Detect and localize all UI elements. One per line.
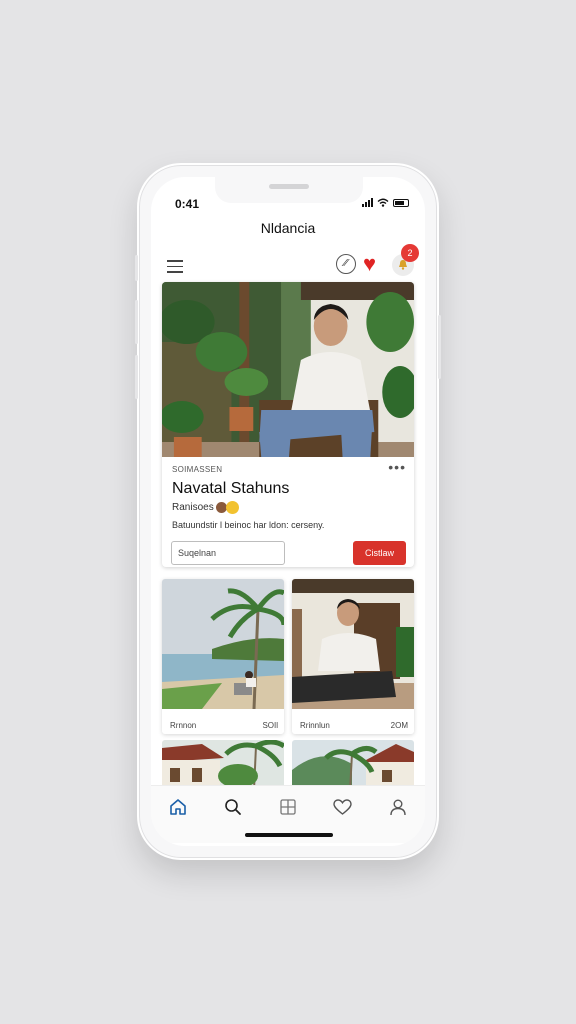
grid-tile-portrait[interactable]: Rrinnlun 2OM [292,579,414,734]
tile-caption-right: SOIl [262,721,278,730]
profile-icon[interactable] [386,795,410,819]
card-title: Navatal Stahuns [172,480,290,497]
grid-tile-hills[interactable] [292,740,414,790]
beach-photo [162,579,284,709]
feature-card[interactable]: SOIMASSEN ••• Navatal Stahuns Ranisoes B… [162,282,414,567]
house-photo [162,740,284,790]
volume-up-button [135,300,138,344]
card-meta: SOIMASSEN [172,465,223,474]
portrait-photo [292,579,414,709]
hamburger-icon[interactable] [167,260,183,273]
more-options-icon[interactable]: ••• [388,459,406,475]
card-subtitle: Ranisoes [172,501,239,514]
mute-switch [135,255,138,281]
volume-down-button [135,355,138,399]
search-icon[interactable] [221,795,245,819]
grid-tile-beach[interactable]: Rrnnon SOIl [162,579,284,734]
tile-caption-left: Rrnnon [170,721,197,730]
cellular-signal-icon [362,198,373,207]
tile-caption-right: 2OM [390,721,408,730]
feature-photo [162,282,414,457]
battery-icon [393,199,409,207]
home-indicator[interactable] [245,833,333,837]
power-button [438,315,441,379]
wifi-icon [377,198,389,207]
grid-tile-house[interactable] [162,740,284,790]
card-description: Batuundstir l beinoc har ldon: cerseny. [172,520,325,530]
card-action-button[interactable]: Cistlaw [353,541,406,565]
tile-caption: Rrnnon SOIl [170,721,278,730]
heart-icon[interactable] [331,795,355,819]
top-bar: ⁄⁄ ♥ 2 [165,244,419,280]
tile-caption-left: Rrinnlun [300,721,330,730]
phone-frame: 0:41 Nldancia ⁄⁄ ♥ 2 SOIMASSEN ••• Navat… [135,163,441,860]
hills-photo [292,740,414,790]
heart-icon[interactable]: ♥ [363,252,376,276]
home-icon[interactable] [166,795,190,819]
notification-badge: 2 [401,244,419,262]
app-title: Nldancia [260,220,316,236]
notch [215,177,363,203]
grid-icon[interactable] [276,795,300,819]
card-input[interactable] [171,541,285,565]
tile-caption: Rrinnlun 2OM [300,721,408,730]
status-time: 0:41 [175,197,200,211]
speaker [269,184,309,189]
card-subtitle-text: Ranisoes [172,502,214,513]
edit-icon[interactable]: ⁄⁄ [336,254,356,274]
phone-screen: 0:41 Nldancia ⁄⁄ ♥ 2 SOIMASSEN ••• Navat… [151,177,425,846]
smiley-icon [225,501,239,514]
status-icons [362,198,409,207]
